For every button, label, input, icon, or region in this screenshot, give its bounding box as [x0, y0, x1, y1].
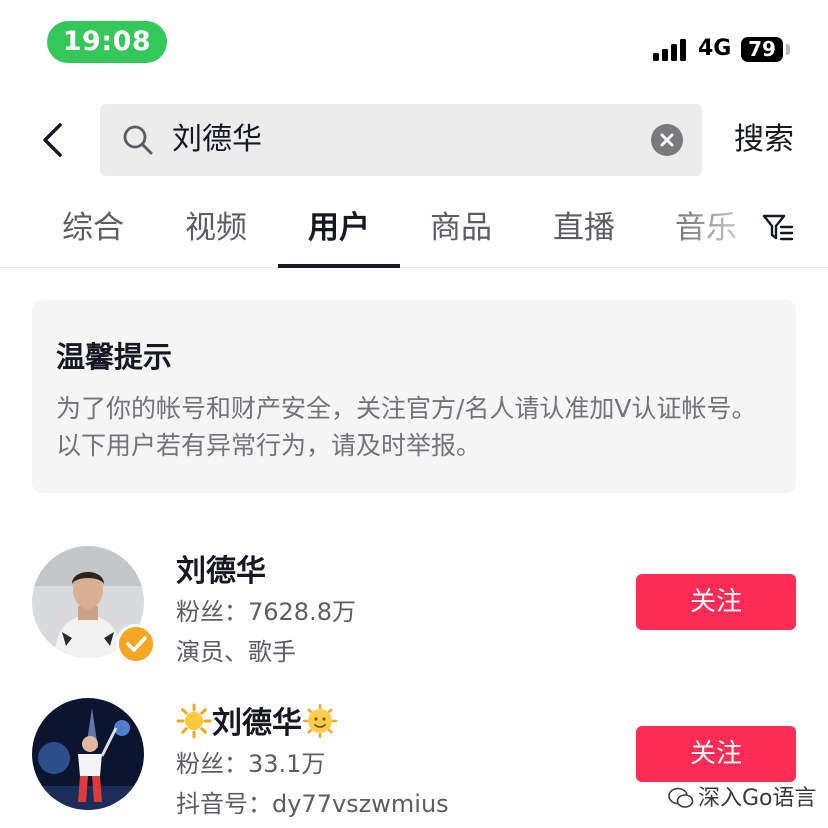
user-fans: 粉丝：7628.8万 [176, 598, 356, 626]
status-time: 19:08 [47, 21, 167, 63]
tab-active-indicator [278, 264, 400, 268]
sun-emoji [176, 703, 212, 739]
watermark: 深入Go语言 [668, 780, 817, 812]
signal-icon [653, 37, 691, 61]
avatar[interactable] [32, 698, 144, 810]
tip-body: 为了你的帐号和财产安全，关注官方/名人请认准加V认证帐号。以下用户若有异常行为，… [56, 394, 757, 460]
safety-tip-card: 温馨提示 为了你的帐号和财产安全，关注官方/名人请认准加V认证帐号。以下用户若有… [32, 300, 796, 493]
tab-goods[interactable]: 商品 [400, 196, 522, 268]
back-icon[interactable] [36, 122, 72, 158]
watermark-text: 深入Go语言 [698, 786, 817, 811]
user-name: 刘德华 [176, 554, 266, 589]
battery-level: 79 [741, 37, 783, 62]
search-input[interactable]: 刘德华 [100, 104, 702, 176]
user-fans: 粉丝：33.1万 [176, 750, 326, 778]
tab-all[interactable]: 综合 [32, 196, 154, 268]
search-query[interactable]: 刘德华 [172, 104, 262, 176]
battery-tip [786, 44, 790, 55]
clear-icon[interactable] [651, 124, 683, 156]
wechat-icon [668, 787, 694, 808]
user-description: 演员、歌手 [176, 638, 296, 666]
tab-music[interactable]: 音乐 [645, 196, 767, 268]
tab-video[interactable]: 视频 [155, 196, 277, 268]
user-douyin-id: 抖音号：dy77vszwmius [176, 790, 449, 818]
tab-users[interactable]: 用户 [278, 196, 400, 268]
network-type: 4G [698, 36, 732, 61]
search-button[interactable]: 搜索 [722, 104, 806, 176]
tip-title: 温馨提示 [56, 340, 173, 374]
user-name-text: 刘德华 [212, 706, 302, 741]
filter-icon[interactable] [762, 212, 794, 244]
follow-button[interactable]: 关注 [636, 574, 796, 630]
verified-icon [116, 624, 156, 664]
tab-live[interactable]: 直播 [523, 196, 645, 268]
search-icon [122, 124, 154, 156]
sun-face-emoji [302, 703, 338, 739]
user-result-item[interactable]: 刘德华 粉丝：7628.8万 演员、歌手 关注 [0, 546, 828, 676]
follow-button[interactable]: 关注 [636, 726, 796, 782]
user-name: 刘德华 [176, 698, 338, 742]
tab-bar: 综合 视频 用户 商品 直播 音乐 [0, 196, 828, 268]
